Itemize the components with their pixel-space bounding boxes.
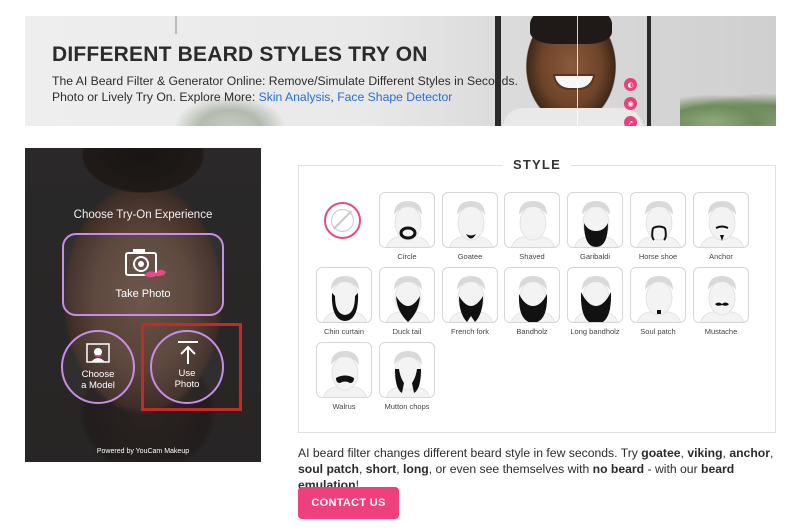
beard-style-frenchfork[interactable]: French fork	[442, 267, 498, 336]
beard-style-garibaldi[interactable]: Garibaldi	[567, 192, 623, 261]
beard-style-mustache[interactable]: Mustache	[693, 267, 749, 336]
banner-description: The AI Beard Filter & Generator Online: …	[52, 73, 522, 105]
no-beard-button[interactable]	[324, 202, 361, 239]
powered-by-label: Powered by YouCam Makeup	[96, 448, 190, 455]
banner-lamp-decoration	[175, 16, 177, 34]
take-photo-label: Take Photo	[115, 288, 171, 300]
try-on-heading: Choose Try-On Experience	[73, 209, 213, 221]
beard-style-chincurtain[interactable]: Chin curtain	[316, 267, 372, 336]
desc-text: ,	[358, 462, 366, 476]
beard-style-goatee[interactable]: Goatee	[442, 192, 498, 261]
beard-style-thumbnail	[504, 267, 560, 323]
share-icon[interactable]: ➚	[624, 116, 637, 126]
choose-model-button[interactable]: Choose a Model	[61, 330, 135, 404]
take-photo-button[interactable]: Take Photo	[62, 233, 224, 316]
banner-desc-line2: Photo or Lively Try On. Explore More:	[52, 90, 259, 104]
beard-style-thumbnail	[379, 342, 435, 398]
desc-bold-viking: viking	[687, 446, 723, 460]
desc-text: - with our	[644, 462, 702, 476]
desc-bold-goatee: goatee	[641, 446, 681, 460]
beard-style-anchor[interactable]: Anchor	[693, 192, 749, 261]
beard-style-thumbnail	[442, 267, 498, 323]
banner-model-shirt	[503, 108, 643, 126]
beard-style-ducktail[interactable]: Duck tail	[379, 267, 435, 336]
beard-style-thumbnail	[693, 267, 749, 323]
banner-side-icons: ◐ ◉ ➚	[624, 78, 640, 126]
beard-style-longbandholz[interactable]: Long bandholz	[567, 267, 623, 336]
desc-text: AI beard filter changes different beard …	[298, 446, 642, 460]
banner-before-after-divider	[577, 16, 578, 126]
beard-style-thumbnail	[567, 267, 623, 323]
desc-bold-long: long	[402, 462, 429, 476]
style-heading: STYLE	[503, 157, 571, 172]
banner-plant-decoration	[680, 94, 776, 126]
beard-filter-description: AI beard filter changes different beard …	[298, 445, 778, 493]
beard-style-walrus[interactable]: Walrus	[316, 342, 372, 411]
desc-text: ,	[769, 446, 774, 460]
desc-text: , or even see themselves with	[428, 462, 593, 476]
camera-icon[interactable]: ◉	[624, 97, 637, 110]
banner-mirror-frame-left	[495, 16, 501, 126]
beard-style-horseshoe[interactable]: Horse shoe	[630, 192, 686, 261]
page-title: DIFFERENT BEARD STYLES TRY ON	[52, 43, 428, 66]
beard-style-muttonchops[interactable]: Mutton chops	[379, 342, 435, 411]
desc-bold-no-beard: no beard	[592, 462, 645, 476]
beard-style-thumbnail	[630, 192, 686, 248]
beard-style-circle[interactable]: Circle	[379, 192, 435, 261]
beard-style-shaved[interactable]: Shaved	[504, 192, 560, 261]
beard-style-thumbnail	[316, 267, 372, 323]
try-on-panel: Choose Try-On Experience Take Photo Choo…	[25, 148, 261, 462]
banner-desc-line1: The AI Beard Filter & Generator Online: …	[52, 74, 518, 88]
beard-style-thumbnail	[630, 267, 686, 323]
beard-style-thumbnail	[504, 192, 560, 248]
beard-style-thumbnail	[316, 342, 372, 398]
banner-model-hair	[530, 16, 612, 44]
use-photo-highlight-frame	[141, 323, 242, 411]
choose-model-line1: Choose	[81, 369, 115, 380]
skin-analysis-link[interactable]: Skin Analysis	[259, 90, 331, 104]
desc-bold-anchor: anchor	[729, 446, 770, 460]
beard-style-label: Mutton chops	[384, 402, 430, 411]
desc-text: ,	[396, 462, 403, 476]
desc-bold-short: short	[365, 462, 397, 476]
choose-model-line2: a Model	[81, 380, 115, 391]
beard-style-soulpatch[interactable]: Soul patch	[630, 267, 686, 336]
beard-style-thumbnail	[567, 192, 623, 248]
beard-style-label: Anchor	[709, 252, 733, 261]
desc-bold-soul-patch: soul patch	[298, 462, 359, 476]
banner-mirror-frame-right	[647, 16, 651, 126]
beard-style-thumbnail	[379, 267, 435, 323]
beard-style-thumbnail	[693, 192, 749, 248]
contact-us-button[interactable]: CONTACT US	[298, 487, 399, 519]
beard-style-thumbnail	[442, 192, 498, 248]
beard-style-thumbnail	[379, 192, 435, 248]
compare-icon[interactable]: ◐	[624, 78, 637, 91]
hero-banner: ◐ ◉ ➚ DIFFERENT BEARD STYLES TRY ON The …	[25, 16, 776, 126]
beard-style-bandholz[interactable]: Bandholz	[504, 267, 560, 336]
model-portrait-icon	[86, 343, 110, 363]
camera-lipstick-icon	[125, 249, 166, 278]
face-shape-detector-link[interactable]: Face Shape Detector	[337, 90, 452, 104]
beard-style-label: Mustache	[704, 327, 738, 336]
